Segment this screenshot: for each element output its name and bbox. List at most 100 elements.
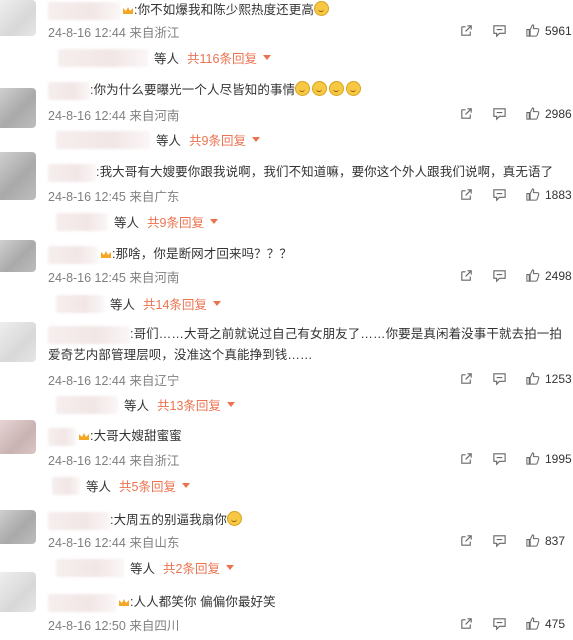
reply-user-blurred — [56, 294, 104, 313]
comment-item: :那啥，你是断网才回来吗？？？ 24-8-16 12:45 来自河南 2498 … — [0, 240, 573, 314]
comment-location: 来自山东 — [129, 536, 180, 550]
comment-meta: 24-8-16 12:44 来自浙江 — [48, 22, 179, 41]
comment-content: :你不如爆我和陈少熙热度还更高 — [134, 3, 314, 17]
thumbs-up-icon[interactable] — [525, 533, 540, 548]
share-icon[interactable] — [459, 23, 474, 38]
comment-meta: 24-8-16 12:50 来自四川 — [48, 615, 179, 634]
comment-item: :我大哥有大嫂要你跟我说啊，我们不知道嘛，要你这个外人跟我们说啊，真无语了 24… — [0, 152, 573, 236]
reply-summary[interactable]: 等人 共14条回复 — [56, 294, 221, 313]
avatar[interactable] — [0, 240, 36, 272]
comment-text: :你为什么要曝光一个人尽皆知的事情 — [48, 80, 565, 101]
comment-content: :大周五的别逼我扇你 — [110, 513, 227, 527]
username-blurred[interactable] — [48, 163, 96, 182]
crown-badge-icon — [123, 6, 133, 14]
share-icon[interactable] — [459, 451, 474, 466]
like-count: 5961 — [545, 23, 572, 38]
comment-actions: 2986 — [441, 106, 573, 121]
thumbs-up-icon[interactable] — [525, 23, 540, 38]
comment-text: :人人都笑你 偏偏你最好笑 — [48, 592, 565, 613]
comment-icon[interactable] — [492, 371, 507, 386]
caret-down-icon[interactable] — [226, 402, 235, 407]
caret-down-icon[interactable] — [251, 137, 260, 142]
reply-users-label: 等人 — [114, 216, 140, 230]
reply-users-label: 等人 — [154, 52, 180, 66]
comment-icon[interactable] — [492, 23, 507, 38]
share-icon[interactable] — [459, 106, 474, 121]
comment-meta: 24-8-16 12:44 来自河南 — [48, 105, 179, 124]
reply-summary[interactable]: 等人 共116条回复 — [58, 48, 271, 67]
share-icon[interactable] — [459, 187, 474, 202]
thumbs-up-icon[interactable] — [525, 371, 540, 386]
avatar[interactable] — [0, 0, 36, 36]
reply-user-blurred — [56, 395, 118, 414]
comment-icon[interactable] — [492, 187, 507, 202]
like-count: 475 — [545, 616, 566, 631]
comment-location: 来自四川 — [129, 619, 180, 633]
comment-text: :我大哥有大嫂要你跟我说啊，我们不知道嘛，要你这个外人跟我们说啊，真无语了 — [48, 162, 565, 183]
comment-date: 24-8-16 12:44 — [48, 536, 126, 550]
thumbs-up-icon[interactable] — [525, 616, 540, 631]
avatar[interactable] — [0, 152, 36, 200]
avatar[interactable] — [0, 88, 36, 128]
comment-actions: 475 — [441, 616, 573, 631]
reply-users-label: 等人 — [86, 480, 112, 494]
comment-actions: 1995 — [441, 451, 573, 466]
caret-down-icon[interactable] — [209, 219, 218, 224]
share-icon[interactable] — [459, 268, 474, 283]
comment-location: 来自浙江 — [129, 26, 180, 40]
comment-content: :大哥大嫂甜蜜蜜 — [90, 429, 182, 443]
username-blurred[interactable] — [48, 427, 76, 446]
username-blurred[interactable] — [48, 593, 116, 612]
reply-user-blurred — [56, 558, 124, 577]
username-blurred[interactable] — [48, 511, 110, 530]
reply-count-link[interactable]: 共13条回复 — [157, 395, 221, 414]
share-icon[interactable] — [459, 533, 474, 548]
comment-item: :大哥大嫂甜蜜蜜 24-8-16 12:44 来自浙江 1995 等人 共5条回… — [0, 420, 573, 496]
reply-users-label: 等人 — [110, 298, 136, 312]
avatar[interactable] — [0, 510, 36, 544]
crown-badge-icon — [119, 598, 129, 606]
share-icon[interactable] — [459, 616, 474, 631]
comment-item: :大周五的别逼我扇你 24-8-16 12:44 来自山东 837 等人 共2条… — [0, 508, 573, 582]
caret-down-icon[interactable] — [262, 55, 271, 60]
caret-down-icon[interactable] — [212, 301, 221, 306]
reply-count-link[interactable]: 共9条回复 — [147, 212, 204, 231]
thumbs-up-icon[interactable] — [525, 268, 540, 283]
caret-down-icon[interactable] — [225, 565, 234, 570]
reply-count-link[interactable]: 共14条回复 — [143, 294, 207, 313]
username-blurred[interactable] — [48, 1, 120, 20]
caret-down-icon[interactable] — [181, 483, 190, 488]
crown-badge-icon — [101, 250, 111, 258]
thumbs-up-icon[interactable] — [525, 187, 540, 202]
reply-summary[interactable]: 等人 共13条回复 — [56, 395, 235, 414]
comment-icon[interactable] — [492, 106, 507, 121]
crying-emoji-icon — [295, 81, 311, 96]
share-icon[interactable] — [459, 371, 474, 386]
comment-date: 24-8-16 12:44 — [48, 109, 126, 123]
reply-summary[interactable]: 等人 共9条回复 — [56, 130, 260, 149]
comment-icon[interactable] — [492, 616, 507, 631]
avatar[interactable] — [0, 322, 36, 362]
comment-date: 24-8-16 12:44 — [48, 454, 126, 468]
reply-count-link[interactable]: 共9条回复 — [189, 130, 246, 149]
comment-location: 来自河南 — [129, 271, 180, 285]
reply-summary[interactable]: 等人 共5条回复 — [52, 476, 190, 495]
username-blurred[interactable] — [48, 245, 98, 264]
reply-count-link[interactable]: 共116条回复 — [187, 48, 257, 67]
reply-summary[interactable]: 等人 共2条回复 — [56, 558, 234, 577]
thumbs-up-icon[interactable] — [525, 106, 540, 121]
comment-icon[interactable] — [492, 533, 507, 548]
avatar[interactable] — [0, 572, 36, 612]
comment-date: 24-8-16 12:45 — [48, 271, 126, 285]
comment-item: :你不如爆我和陈少熙热度还更高 24-8-16 12:44 来自浙江 5961 … — [0, 0, 573, 80]
thumbs-up-icon[interactable] — [525, 451, 540, 466]
reply-summary[interactable]: 等人 共9条回复 — [56, 212, 218, 231]
comment-icon[interactable] — [492, 451, 507, 466]
username-blurred[interactable] — [48, 325, 130, 344]
username-blurred[interactable] — [48, 81, 90, 100]
comment-icon[interactable] — [492, 268, 507, 283]
reply-count-link[interactable]: 共5条回复 — [119, 476, 176, 495]
avatar[interactable] — [0, 420, 36, 454]
reply-count-link[interactable]: 共2条回复 — [163, 558, 220, 577]
comment-text: :那啥，你是断网才回来吗？？？ — [48, 244, 565, 265]
